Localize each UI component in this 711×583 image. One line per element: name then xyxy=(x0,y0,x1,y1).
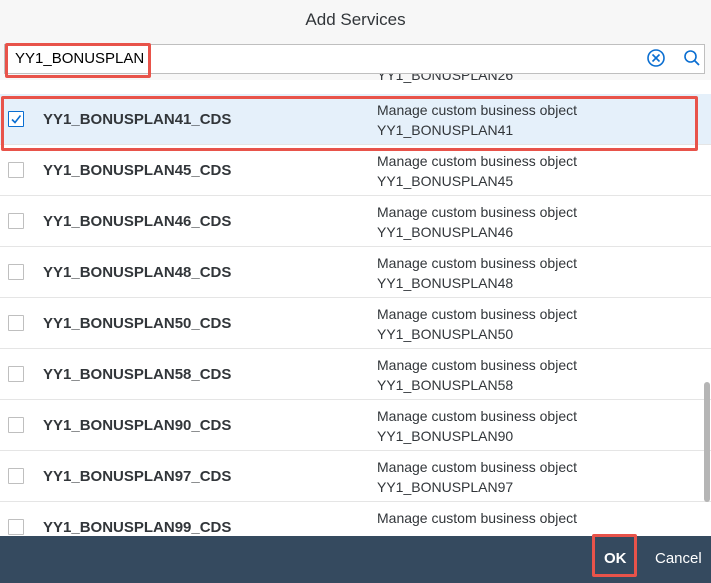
list-item[interactable]: YY1_BONUSPLAN58_CDS Manage custom busines… xyxy=(0,349,711,400)
service-description-line2: YY1_BONUSPLAN46 xyxy=(377,224,514,240)
service-name: YY1_BONUSPLAN58_CDS xyxy=(43,366,232,383)
service-description: Manage custom business object YY1_BONUSPL… xyxy=(377,202,577,242)
service-description-line1: Manage custom business object xyxy=(377,306,577,322)
service-description: Manage custom business object YY1_BONUSPL… xyxy=(377,304,577,344)
service-name: YY1_BONUSPLAN97_CDS xyxy=(43,468,232,485)
service-description-line2: YY1_BONUSPLAN90 xyxy=(377,428,514,444)
search-icon[interactable] xyxy=(682,48,702,68)
list-item[interactable]: YY1_BONUSPLAN97_CDS Manage custom busines… xyxy=(0,451,711,502)
service-description: Manage custom business object YY1_BONUSPL… xyxy=(377,406,577,446)
service-description-line1: Manage custom business object xyxy=(377,357,577,373)
service-description-line1: Manage custom business object xyxy=(377,204,577,220)
service-description-line1: Manage custom business object xyxy=(377,408,577,424)
list-item[interactable]: YY1_BONUSPLAN45_CDS Manage custom busines… xyxy=(0,145,711,196)
list-scrollbar[interactable] xyxy=(704,382,710,502)
service-name: YY1_BONUSPLAN48_CDS xyxy=(43,264,232,281)
dialog-title: Add Services xyxy=(0,0,711,40)
list-item[interactable]: YY1_BONUSPLAN48_CDS Manage custom busines… xyxy=(0,247,711,298)
row-checkbox[interactable] xyxy=(8,213,24,229)
service-description: Manage custom business object xyxy=(377,508,577,528)
service-name: YY1_BONUSPLAN45_CDS xyxy=(43,162,232,179)
service-name: YY1_BONUSPLAN99_CDS xyxy=(43,519,232,536)
row-checkbox[interactable] xyxy=(8,315,24,331)
service-name: YY1_BONUSPLAN90_CDS xyxy=(43,417,232,434)
list-item[interactable]: YY1_BONUSPLAN46_CDS Manage custom busines… xyxy=(0,196,711,247)
row-checkbox[interactable] xyxy=(8,468,24,484)
service-description: Manage custom business object YY1_BONUSPL… xyxy=(377,355,577,395)
list-item[interactable]: YY1_BONUSPLAN90_CDS Manage custom busines… xyxy=(0,400,711,451)
service-description-line1: Manage custom business object xyxy=(377,510,577,526)
row-checkbox[interactable] xyxy=(8,417,24,433)
clear-icon[interactable] xyxy=(646,48,666,68)
service-description-line1: Manage custom business object xyxy=(377,153,577,169)
list-item[interactable]: YY1_BONUSPLAN50_CDS Manage custom busines… xyxy=(0,298,711,349)
service-description-line1: Manage custom business object xyxy=(377,255,577,271)
selected-row-highlight-box xyxy=(1,96,698,151)
list-item[interactable]: YY1_BONUSPLAN99_CDS Manage custom busines… xyxy=(0,502,711,536)
service-name: YY1_BONUSPLAN46_CDS xyxy=(43,213,232,230)
service-description-line2: YY1_BONUSPLAN58 xyxy=(377,377,514,393)
row-checkbox[interactable] xyxy=(8,519,24,535)
cancel-button[interactable]: Cancel xyxy=(655,548,702,570)
row-checkbox[interactable] xyxy=(8,366,24,382)
service-description-line2: YY1_BONUSPLAN97 xyxy=(377,479,514,495)
service-description-line1: Manage custom business object xyxy=(377,459,577,475)
service-name: YY1_BONUSPLAN50_CDS xyxy=(43,315,232,332)
ok-highlight-box xyxy=(592,534,637,577)
search-highlight-box xyxy=(5,43,151,78)
service-description-line2: YY1_BONUSPLAN45 xyxy=(377,173,514,189)
row-checkbox[interactable] xyxy=(8,162,24,178)
partial-description: YY1_BONUSPLAN26 xyxy=(377,74,514,83)
service-description: Manage custom business object YY1_BONUSPL… xyxy=(377,457,577,497)
service-description: Manage custom business object YY1_BONUSPL… xyxy=(377,151,577,191)
service-description-line2: YY1_BONUSPLAN50 xyxy=(377,326,514,342)
service-description: Manage custom business object YY1_BONUSPL… xyxy=(377,253,577,293)
row-checkbox[interactable] xyxy=(8,264,24,280)
service-description-line2: YY1_BONUSPLAN48 xyxy=(377,275,514,291)
